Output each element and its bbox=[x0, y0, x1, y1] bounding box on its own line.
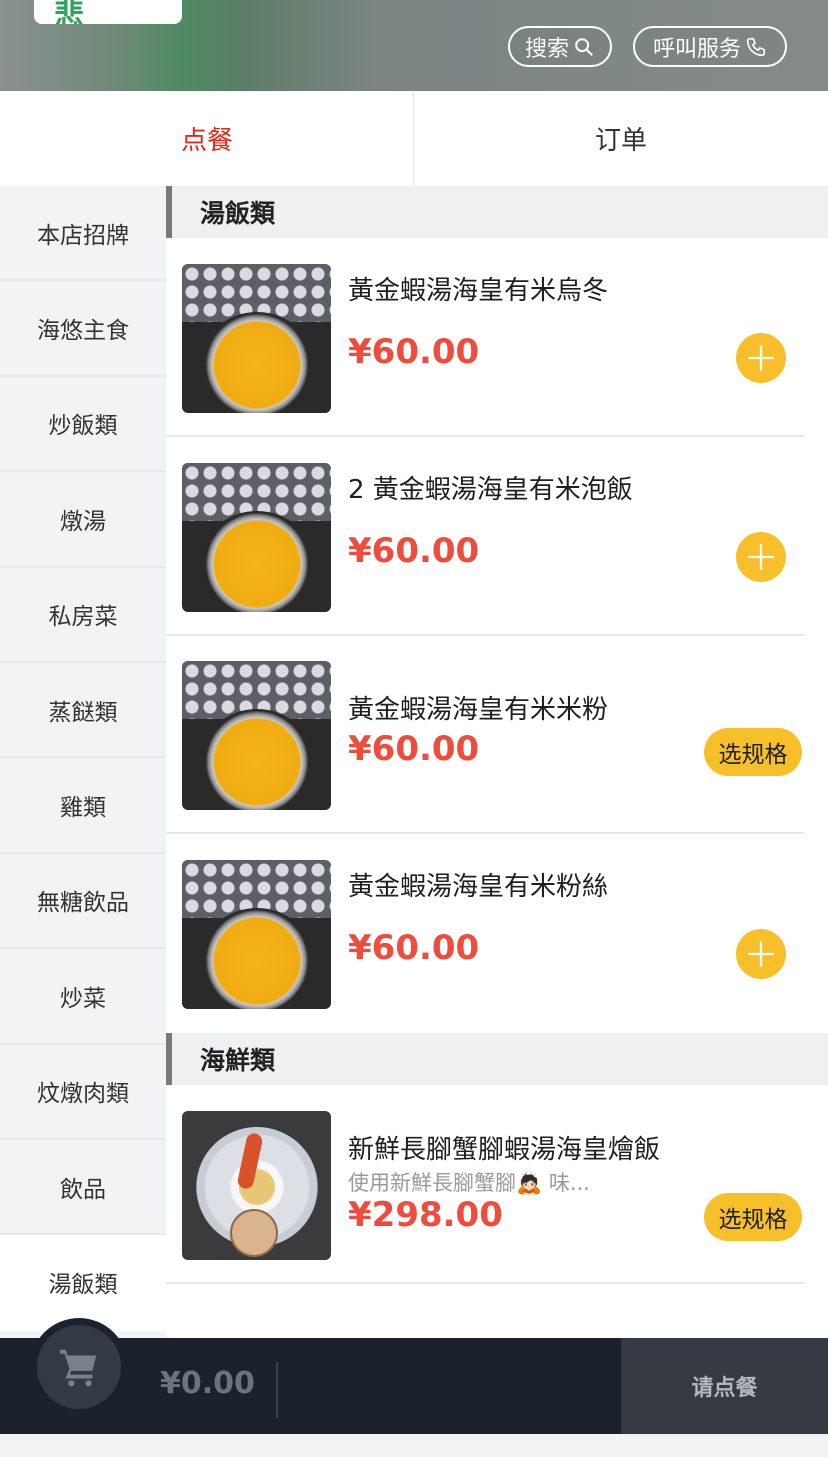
sidebar-item-braised-meat[interactable]: 炆燉肉類 bbox=[0, 1045, 166, 1140]
cart-icon-holder bbox=[37, 1325, 121, 1409]
logo-mark: 悲 bbox=[54, 0, 84, 24]
store-logo: 悲 bbox=[34, 0, 182, 24]
dish-name: 黃金蝦湯海皇有米烏冬 bbox=[348, 276, 609, 306]
dish-name: 黃金蝦湯海皇有米粉絲 bbox=[348, 872, 609, 902]
section-header: 湯飯類 bbox=[166, 186, 828, 238]
search-button[interactable]: 搜索 bbox=[508, 26, 612, 67]
dish-price: ¥298.00 bbox=[348, 1195, 503, 1235]
header-banner: 悲 搜索 呼叫服务 bbox=[0, 0, 828, 91]
sidebar-item-fried-rice[interactable]: 炒飯類 bbox=[0, 377, 166, 473]
dish-image[interactable] bbox=[182, 463, 331, 612]
plus-icon bbox=[748, 345, 774, 371]
plus-icon bbox=[748, 544, 774, 570]
cart-total: ¥0.00 bbox=[160, 1366, 255, 1401]
dish-image[interactable] bbox=[182, 661, 331, 810]
menu-list: 湯飯類 黃金蝦湯海皇有米烏冬 ¥60.00 2 黃金蝦湯海皇有米泡飯 ¥60.0… bbox=[166, 186, 828, 1338]
dish-name: 新鮮長腳蟹腳蝦湯海皇燴飯 bbox=[348, 1135, 661, 1165]
menu-item[interactable]: 黃金蝦湯海皇有米烏冬 ¥60.00 bbox=[166, 238, 828, 437]
cart-bar: ¥0.00 请点餐 bbox=[0, 1318, 828, 1434]
call-service-label: 呼叫服务 bbox=[652, 36, 741, 62]
sidebar-item-private-dishes[interactable]: 私房菜 bbox=[0, 568, 166, 663]
plus-icon bbox=[748, 941, 774, 967]
choose-spec-button[interactable]: 选规格 bbox=[704, 728, 802, 776]
cart-icon bbox=[59, 1349, 97, 1387]
category-sidebar: 本店招牌 海悠主食 炒飯類 燉湯 私房菜 蒸餸類 雞類 無糖飲品 炒菜 炆燉肉類… bbox=[0, 186, 166, 1338]
menu-item[interactable]: 黃金蝦湯海皇有米粉絲 ¥60.00 bbox=[166, 834, 828, 1033]
checkout-button[interactable]: 请点餐 bbox=[621, 1338, 828, 1434]
search-button-label: 搜索 bbox=[524, 36, 569, 62]
section-header: 海鮮類 bbox=[166, 1033, 828, 1085]
top-tabs: 点餐 订单 bbox=[0, 91, 828, 186]
dish-image[interactable] bbox=[182, 264, 331, 413]
tab-divider bbox=[413, 91, 414, 186]
call-service-button[interactable]: 呼叫服务 bbox=[633, 26, 787, 67]
menu-item[interactable]: 2 黃金蝦湯海皇有米泡飯 ¥60.00 bbox=[166, 437, 828, 636]
phone-icon bbox=[746, 37, 766, 56]
dish-description: 使用新鮮長腳蟹腳🙇🏻 味... bbox=[348, 1171, 590, 1195]
dish-price: ¥60.00 bbox=[348, 531, 480, 571]
menu-item[interactable]: 新鮮長腳蟹腳蝦湯海皇燴飯 使用新鮮長腳蟹腳🙇🏻 味... ¥298.00 选规格 bbox=[166, 1085, 828, 1284]
bottom-safe-area bbox=[0, 1434, 828, 1457]
sidebar-item-signature[interactable]: 本店招牌 bbox=[0, 186, 166, 282]
dish-image[interactable] bbox=[182, 860, 331, 1009]
sidebar-item-soup[interactable]: 燉湯 bbox=[0, 472, 166, 568]
cart-button[interactable] bbox=[30, 1318, 128, 1416]
choose-spec-button[interactable]: 选规格 bbox=[704, 1193, 802, 1241]
sidebar-item-soup-rice[interactable]: 湯飯類 bbox=[0, 1235, 166, 1331]
dish-name: 2 黃金蝦湯海皇有米泡飯 bbox=[348, 475, 633, 505]
sidebar-item-chicken[interactable]: 雞類 bbox=[0, 758, 166, 854]
item-divider bbox=[166, 1282, 804, 1284]
sidebar-item-steamed[interactable]: 蒸餸類 bbox=[0, 663, 166, 759]
tab-orders[interactable]: 订单 bbox=[414, 91, 828, 186]
add-to-cart-button[interactable] bbox=[736, 532, 786, 582]
dish-price: ¥60.00 bbox=[348, 332, 480, 372]
add-to-cart-button[interactable] bbox=[736, 929, 786, 979]
dish-price: ¥60.00 bbox=[348, 729, 480, 769]
dish-image[interactable] bbox=[182, 1111, 331, 1260]
tab-order-food[interactable]: 点餐 bbox=[0, 91, 414, 186]
add-to-cart-button[interactable] bbox=[736, 333, 786, 383]
cart-divider bbox=[276, 1362, 278, 1418]
sidebar-item-sugar-free-drinks[interactable]: 無糖飲品 bbox=[0, 854, 166, 950]
sidebar-item-stir-fry[interactable]: 炒菜 bbox=[0, 949, 166, 1045]
sidebar-item-drinks[interactable]: 飲品 bbox=[0, 1140, 166, 1236]
sidebar-item-staples[interactable]: 海悠主食 bbox=[0, 281, 166, 377]
dish-name: 黃金蝦湯海皇有米米粉 bbox=[348, 695, 609, 725]
app-root: 悲 搜索 呼叫服务 点餐 订单 本店招牌 海悠主食 炒飯類 燉湯 私房菜 蒸餸類… bbox=[0, 0, 828, 1457]
dish-price: ¥60.00 bbox=[348, 928, 480, 968]
menu-item[interactable]: 黃金蝦湯海皇有米米粉 ¥60.00 选规格 bbox=[166, 635, 828, 834]
search-icon bbox=[575, 37, 593, 56]
